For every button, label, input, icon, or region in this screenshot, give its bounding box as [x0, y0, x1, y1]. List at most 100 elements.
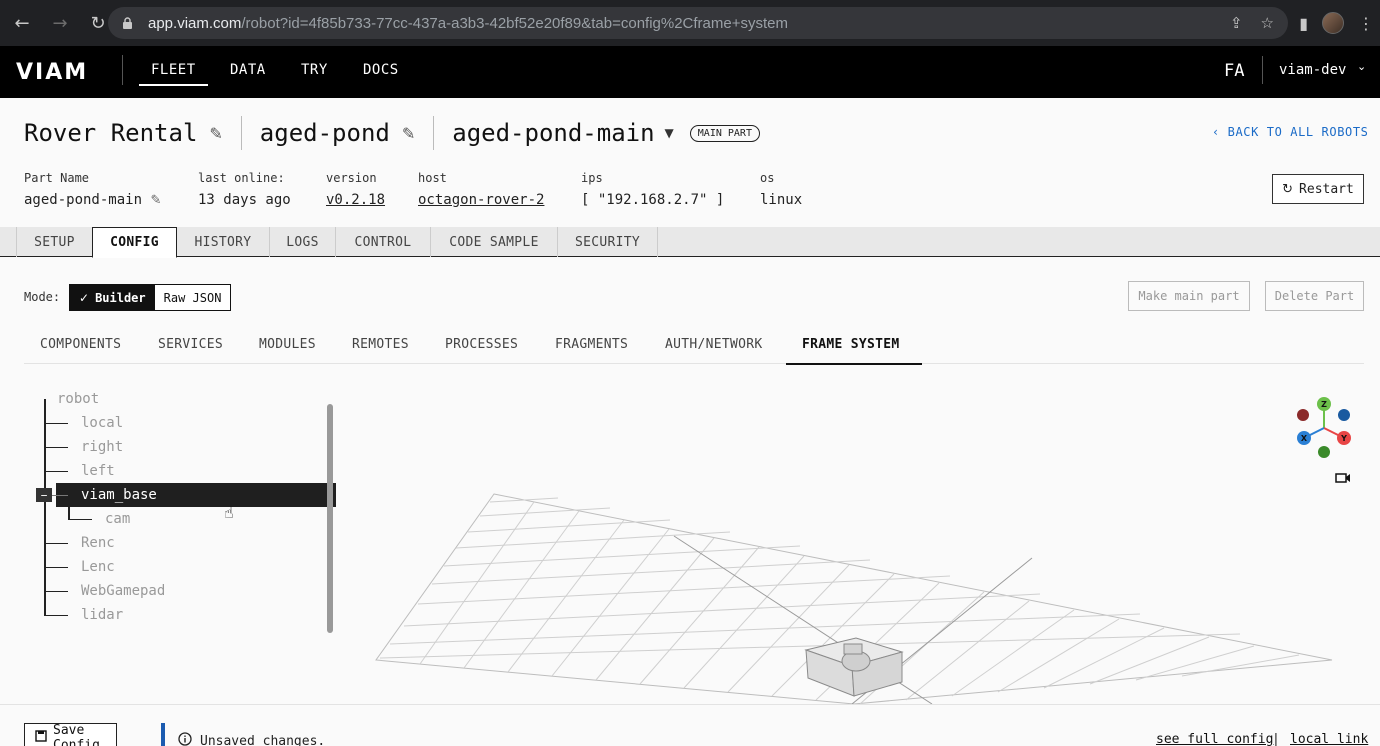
share-icon[interactable]: ⇪ [1230, 14, 1243, 32]
ips-value: [ "192.168.2.7" ] [581, 192, 725, 208]
divider [433, 116, 435, 150]
refresh-icon: ↻ [1282, 181, 1294, 197]
subtab-services[interactable]: SERVICES [158, 337, 223, 352]
viam-logo[interactable]: VIAM [16, 60, 88, 85]
host-link[interactable]: octagon-rover-2 [418, 192, 544, 208]
robot-title-bar: Rover Rental ✎ aged-pond ✎ aged-pond-mai… [24, 116, 760, 150]
delete-part-button[interactable]: Delete Part [1265, 281, 1364, 311]
active-subtab-indicator [786, 363, 922, 365]
make-main-part-button[interactable]: Make main part [1128, 281, 1250, 311]
last-online-label: last online: [198, 171, 285, 185]
info-icon [178, 732, 192, 746]
subtab-processes[interactable]: PROCESSES [445, 337, 518, 352]
tab-control[interactable]: CONTROL [336, 227, 431, 257]
version-label: version [326, 171, 377, 185]
orientation-gizmo[interactable]: Z Y X [1292, 396, 1356, 460]
mode-toggle: ✓ Builder Raw JSON [69, 284, 232, 311]
raw-json-mode-button[interactable]: Raw JSON [154, 285, 231, 310]
nav-try[interactable]: TRY [301, 62, 328, 78]
tree-node-viam-base[interactable]: viam_base [81, 487, 157, 503]
gizmo-y-label: Y [1340, 434, 1347, 443]
tree-node-local[interactable]: local [81, 415, 123, 431]
tree-node-right[interactable]: right [81, 439, 123, 455]
org-initials[interactable]: FA [1224, 61, 1244, 81]
restart-label: Restart [1299, 181, 1354, 197]
subtab-frame-system[interactable]: FRAME SYSTEM [802, 337, 900, 352]
mode-label: Mode: [24, 290, 61, 304]
lock-icon [122, 16, 136, 30]
edit-part-name-icon[interactable]: ✎ [150, 193, 161, 208]
see-full-config-link[interactable]: see full config [1156, 732, 1273, 746]
forward-icon[interactable]: → [44, 7, 76, 39]
nav-docs[interactable]: DOCS [363, 62, 399, 78]
collapse-icon[interactable]: − [36, 488, 52, 502]
chevron-down-icon[interactable]: ▼ [665, 126, 674, 140]
browser-toolbar: ← → ↻ app.viam.com/robot?id=4f85b733-77c… [0, 0, 1380, 46]
hand-cursor-icon: ☝ [224, 503, 234, 522]
tree-trunk-line [44, 399, 46, 615]
tab-logs[interactable]: LOGS [270, 227, 336, 257]
gizmo-x-label: X [1301, 434, 1308, 443]
restart-button[interactable]: ↻ Restart [1272, 174, 1364, 204]
save-config-button[interactable]: Save Config [24, 723, 117, 746]
ips-label: ips [581, 171, 603, 185]
chevron-down-icon[interactable]: ⌄ [1357, 60, 1366, 73]
sidepanel-icon[interactable]: ▮ [1299, 14, 1308, 33]
tree-node-robot[interactable]: robot [57, 391, 99, 407]
os-label: os [760, 171, 775, 185]
menu-icon[interactable]: ⋮ [1358, 14, 1374, 33]
url-host: app.viam.com [148, 14, 242, 32]
address-bar[interactable]: app.viam.com/robot?id=4f85b733-77cc-437a… [108, 7, 1288, 39]
tab-history[interactable]: HISTORY [177, 227, 270, 257]
subtab-fragments[interactable]: FRAGMENTS [555, 337, 628, 352]
local-link[interactable]: local link [1290, 732, 1368, 746]
org-selector[interactable]: viam-dev [1279, 62, 1346, 78]
app-navbar: VIAM FLEET DATA TRY DOCS FA viam-dev ⌄ [0, 46, 1380, 98]
camera-icon[interactable] [1335, 472, 1351, 488]
divider [122, 55, 123, 85]
nav-fleet[interactable]: FLEET [139, 62, 208, 86]
frame-system-3d-view[interactable] [360, 380, 1380, 704]
edit-robot-name-icon[interactable]: ✎ [209, 124, 222, 143]
back-icon[interactable]: ← [6, 7, 38, 39]
star-icon[interactable]: ☆ [1261, 14, 1274, 32]
tab-security[interactable]: SECURITY [558, 227, 658, 257]
check-icon: ✓ [79, 290, 90, 305]
subtab-components[interactable]: COMPONENTS [40, 337, 121, 352]
edit-location-icon[interactable]: ✎ [402, 124, 415, 143]
tree-node-webgamepad[interactable]: WebGamepad [81, 583, 165, 599]
tree-scrollbar[interactable] [327, 404, 333, 633]
divider [1262, 56, 1263, 84]
robot-name: Rover Rental [24, 119, 198, 147]
subtab-auth-network[interactable]: AUTH/NETWORK [665, 337, 763, 352]
version-link[interactable]: v0.2.18 [326, 192, 385, 208]
tree-node-lidar[interactable]: lidar [81, 607, 123, 623]
config-footer: Save Config Unsaved changes. see full co… [0, 704, 1380, 746]
location-name: aged-pond [259, 119, 390, 147]
robot-base-model [804, 637, 904, 697]
builder-mode-button[interactable]: ✓ Builder [70, 285, 155, 310]
part-selector[interactable]: aged-pond-main [452, 119, 654, 147]
tree-node-lenc[interactable]: Lenc [81, 559, 115, 575]
profile-avatar[interactable] [1322, 12, 1344, 34]
tab-setup[interactable]: SETUP [16, 227, 93, 257]
tree-node-left[interactable]: left [81, 463, 115, 479]
subtab-modules[interactable]: MODULES [259, 337, 316, 352]
part-name-value: aged-pond-main ✎ [24, 192, 162, 208]
part-name-label: Part Name [24, 171, 90, 185]
config-subtabs: COMPONENTS SERVICES MODULES REMOTES PROC… [24, 330, 1364, 365]
nav-data[interactable]: DATA [230, 62, 266, 78]
os-value: linux [760, 192, 803, 208]
divider [240, 116, 242, 150]
unsaved-changes-notice: Unsaved changes. [178, 732, 325, 746]
tab-code-sample[interactable]: CODE SAMPLE [431, 227, 558, 257]
tree-node-cam[interactable]: cam [105, 511, 130, 527]
back-to-all-robots-link[interactable]: ‹ BACK TO ALL ROBOTS [1212, 125, 1369, 139]
tree-node-renc[interactable]: Renc [81, 535, 115, 551]
tab-config[interactable]: CONFIG [92, 227, 177, 258]
main-part-badge: MAIN PART [689, 124, 760, 142]
save-icon [35, 730, 47, 746]
last-online-value: 13 days ago [198, 192, 291, 208]
subtab-remotes[interactable]: REMOTES [352, 337, 409, 352]
link-separator: | [1272, 732, 1280, 746]
